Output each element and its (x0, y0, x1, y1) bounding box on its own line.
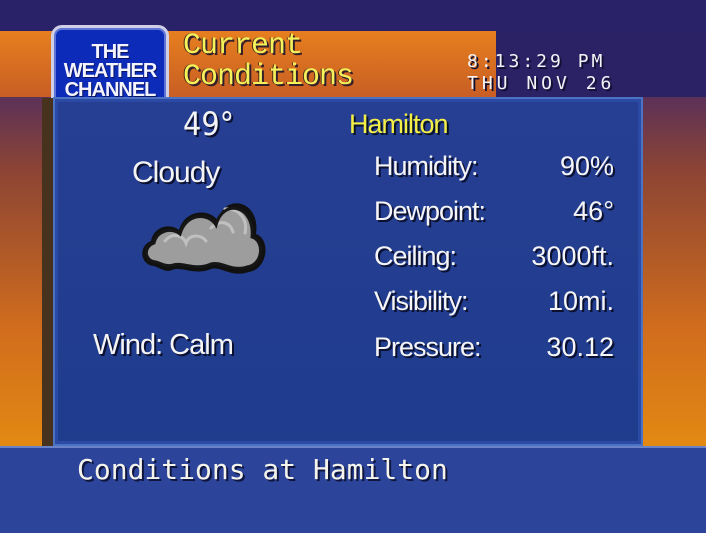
pressure-value: 30.12 (546, 332, 614, 362)
weather-channel-screen: THE WEATHER CHANNEL Current Conditions 8… (0, 0, 706, 533)
humidity-label: Humidity: (374, 151, 479, 181)
condition-label: Cloudy (132, 156, 220, 189)
panel-shadow (42, 98, 53, 446)
dewpoint-value: 46° (573, 196, 614, 226)
page-title: Current Conditions (183, 29, 354, 94)
humidity-value: 90% (559, 151, 614, 181)
pressure-label: Pressure: (374, 332, 482, 362)
bottom-caption: Conditions at Hamilton (77, 453, 448, 486)
dewpoint-label: Dewpoint: (374, 196, 486, 226)
time-display: 8:13:29 PM (467, 51, 606, 72)
ceiling-label: Ceiling: (374, 241, 457, 271)
wind-status: Wind: Calm (93, 329, 234, 361)
logo-text: THE WEATHER CHANNEL (63, 41, 158, 101)
date-display: THU NOV 26 (467, 73, 616, 94)
location-name: Hamilton (349, 109, 449, 139)
cloud-icon (142, 203, 266, 274)
visibility-value: 10mi. (547, 286, 614, 316)
visibility-label: Visibility: (374, 286, 469, 316)
temperature: 49° (183, 105, 235, 143)
ceiling-value: 3000ft. (531, 241, 614, 271)
